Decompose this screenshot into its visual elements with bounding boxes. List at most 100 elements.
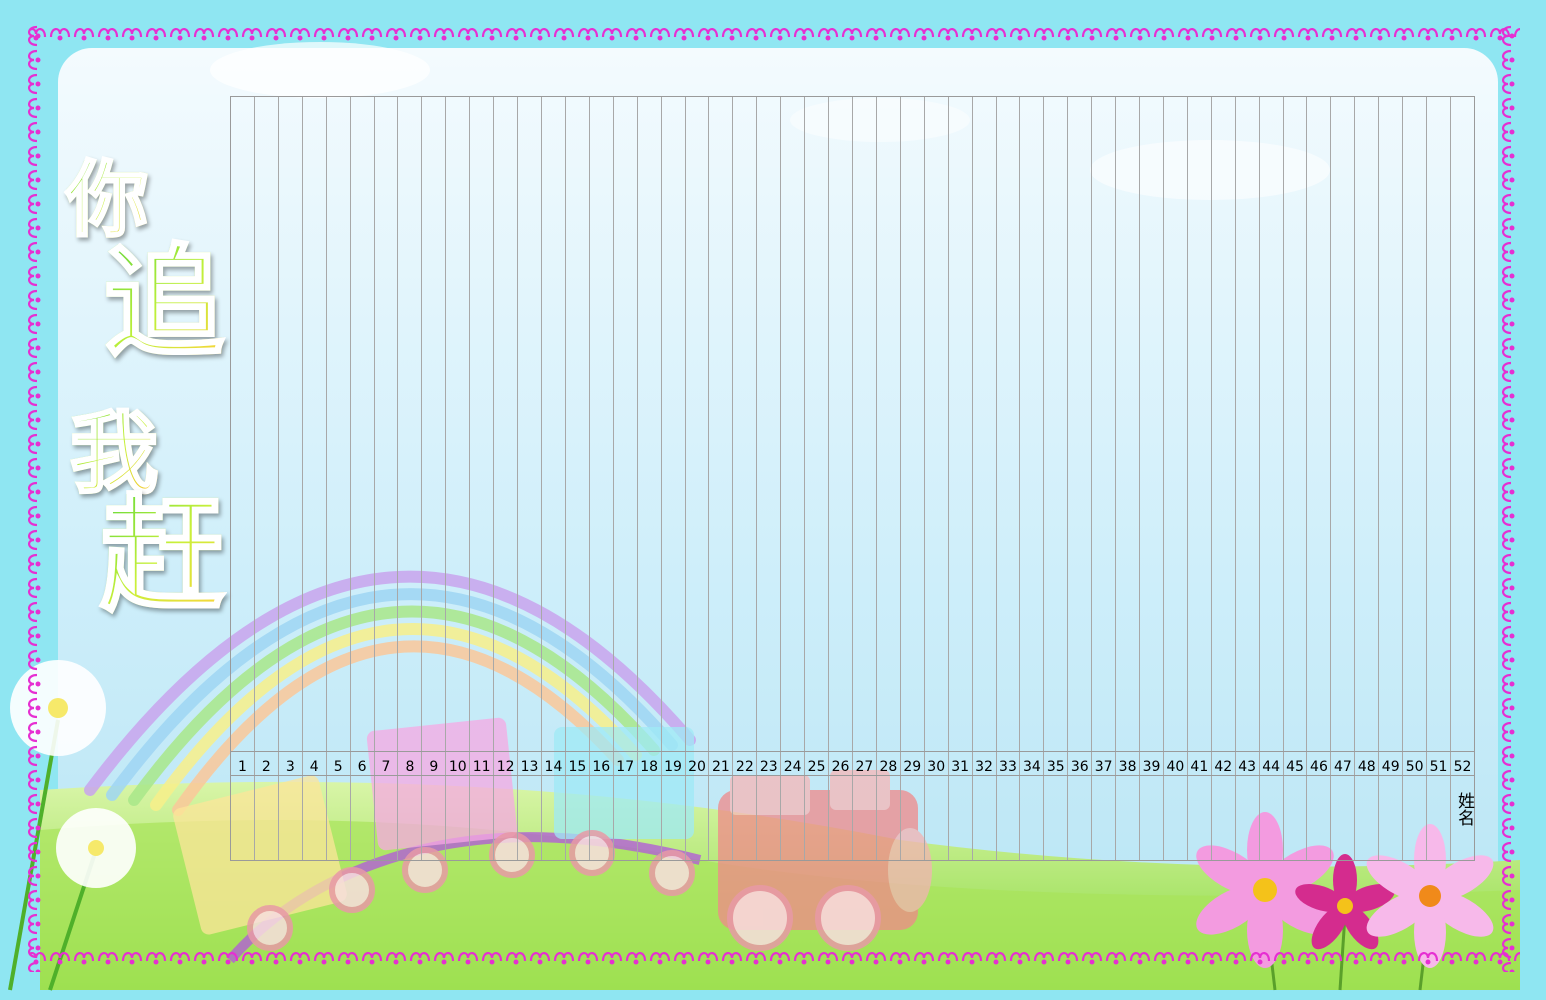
grid-column: 1 (231, 97, 255, 860)
grid-column: 39 (1140, 97, 1164, 860)
column-number: 18 (640, 759, 659, 775)
column-number: 2 (261, 759, 271, 775)
grid-column: 49 (1379, 97, 1404, 860)
column-number: 14 (544, 759, 563, 775)
title-char-1: 你 (64, 153, 149, 248)
grid-column: 32 (973, 97, 997, 860)
grid-column: 12 (494, 97, 519, 860)
grid-column: 37 (1092, 97, 1117, 860)
grid-column: 14 (542, 97, 566, 860)
column-number: 41 (1190, 759, 1209, 775)
column-number: 17 (616, 759, 635, 775)
column-number: 28 (879, 759, 898, 775)
column-number: 48 (1357, 759, 1376, 775)
column-number: 9 (429, 759, 439, 775)
column-number: 24 (783, 759, 802, 775)
column-number: 16 (592, 759, 611, 775)
column-number: 34 (1022, 759, 1041, 775)
grid-column: 15 (566, 97, 590, 860)
column-number: 23 (759, 759, 778, 775)
grid-column: 4 (303, 97, 327, 860)
column-number: 6 (357, 759, 367, 775)
column-number: 3 (285, 759, 295, 775)
column-number: 46 (1310, 759, 1328, 775)
column-number: 22 (735, 759, 754, 775)
column-number: 11 (472, 759, 491, 775)
grid-column: 13 (518, 97, 542, 860)
grid-column: 40 (1164, 97, 1188, 860)
grid-column: 5 (327, 97, 351, 860)
grid-column: 16 (590, 97, 614, 860)
grid-column: 33 (997, 97, 1021, 860)
title-char-4: 赶 (98, 484, 225, 628)
grid-column: 50 (1403, 97, 1428, 860)
column-number: 38 (1118, 759, 1137, 775)
grid-column: 9 (422, 97, 447, 860)
grid-column: 2 (255, 97, 279, 860)
grid-column: 34 (1020, 97, 1045, 860)
grid-column: 48 (1355, 97, 1380, 860)
grid-column: 18 (638, 97, 662, 860)
grid-column: 17 (614, 97, 638, 860)
column-number: 5 (333, 759, 343, 775)
grid-columns: 1 2 3 4 5 6 7 8 9 10 11 12 13 14 15 16 17 18 19 20 21 22 23 24 2… (231, 97, 1474, 860)
grid-column: 30 (925, 97, 949, 860)
grid-column: 47 (1331, 97, 1356, 860)
grid-column: 29 (901, 97, 925, 860)
grid-column: 42 (1212, 97, 1236, 860)
column-number: 52 (1453, 759, 1472, 775)
column-number: 19 (664, 759, 682, 775)
grid-column: 27 (853, 97, 877, 860)
grid-column: 23 (757, 97, 782, 860)
grid-column: 52 (1451, 97, 1474, 860)
grid-column: 43 (1236, 97, 1260, 860)
column-number: 1 (238, 759, 247, 775)
column-number: 45 (1286, 759, 1304, 775)
grid-column: 21 (709, 97, 734, 860)
column-number: 44 (1262, 759, 1281, 775)
column-number: 43 (1238, 759, 1257, 775)
column-number: 4 (309, 759, 319, 775)
grid-column: 31 (949, 97, 973, 860)
grid-column: 19 (662, 97, 686, 860)
grid-column: 22 (733, 97, 758, 860)
grid-column: 28 (877, 97, 901, 860)
grid-column: 25 (805, 97, 830, 860)
grid-column: 3 (279, 97, 303, 860)
column-number: 47 (1333, 759, 1352, 775)
column-number: 8 (405, 759, 415, 775)
grid-column: 36 (1068, 97, 1093, 860)
grid-column: 7 (375, 97, 399, 860)
grid-column: 46 (1307, 97, 1332, 860)
column-number: 10 (448, 759, 467, 775)
column-number: 15 (568, 759, 587, 775)
grid-column: 35 (1044, 97, 1069, 860)
column-number: 33 (999, 759, 1017, 775)
column-number: 25 (807, 759, 826, 775)
column-number: 49 (1381, 759, 1400, 775)
column-number: 39 (1142, 759, 1161, 775)
column-number: 29 (903, 759, 922, 775)
column-number: 21 (711, 759, 730, 775)
record-grid: 1 2 3 4 5 6 7 8 9 10 11 12 13 14 15 16 17 18 19 20 21 22 23 24 2… (230, 96, 1475, 861)
grid-column: 8 (398, 97, 423, 860)
grid-column: 26 (829, 97, 853, 860)
grid-column: 24 (781, 97, 806, 860)
column-number: 42 (1214, 759, 1233, 775)
poster-board: 你 追 我 赶 1 2 3 4 5 6 7 8 9 10 11 12 13 14 15 16 17 18 19 20 2… (0, 0, 1546, 1000)
grid-column: 38 (1116, 97, 1141, 860)
column-number: 35 (1046, 759, 1065, 775)
column-number: 7 (381, 759, 391, 775)
column-number: 31 (951, 759, 970, 775)
grid-column: 45 (1284, 97, 1308, 860)
grid-column: 10 (446, 97, 471, 860)
column-number: 32 (975, 759, 993, 775)
column-number: 50 (1405, 759, 1424, 775)
column-number: 40 (1166, 759, 1185, 775)
name-label: 姓名 (1454, 792, 1474, 826)
column-number: 36 (1070, 759, 1089, 775)
column-number: 12 (496, 759, 515, 775)
grid-column: 51 (1427, 97, 1452, 860)
column-number: 13 (520, 759, 539, 775)
grid-column: 11 (470, 97, 495, 860)
